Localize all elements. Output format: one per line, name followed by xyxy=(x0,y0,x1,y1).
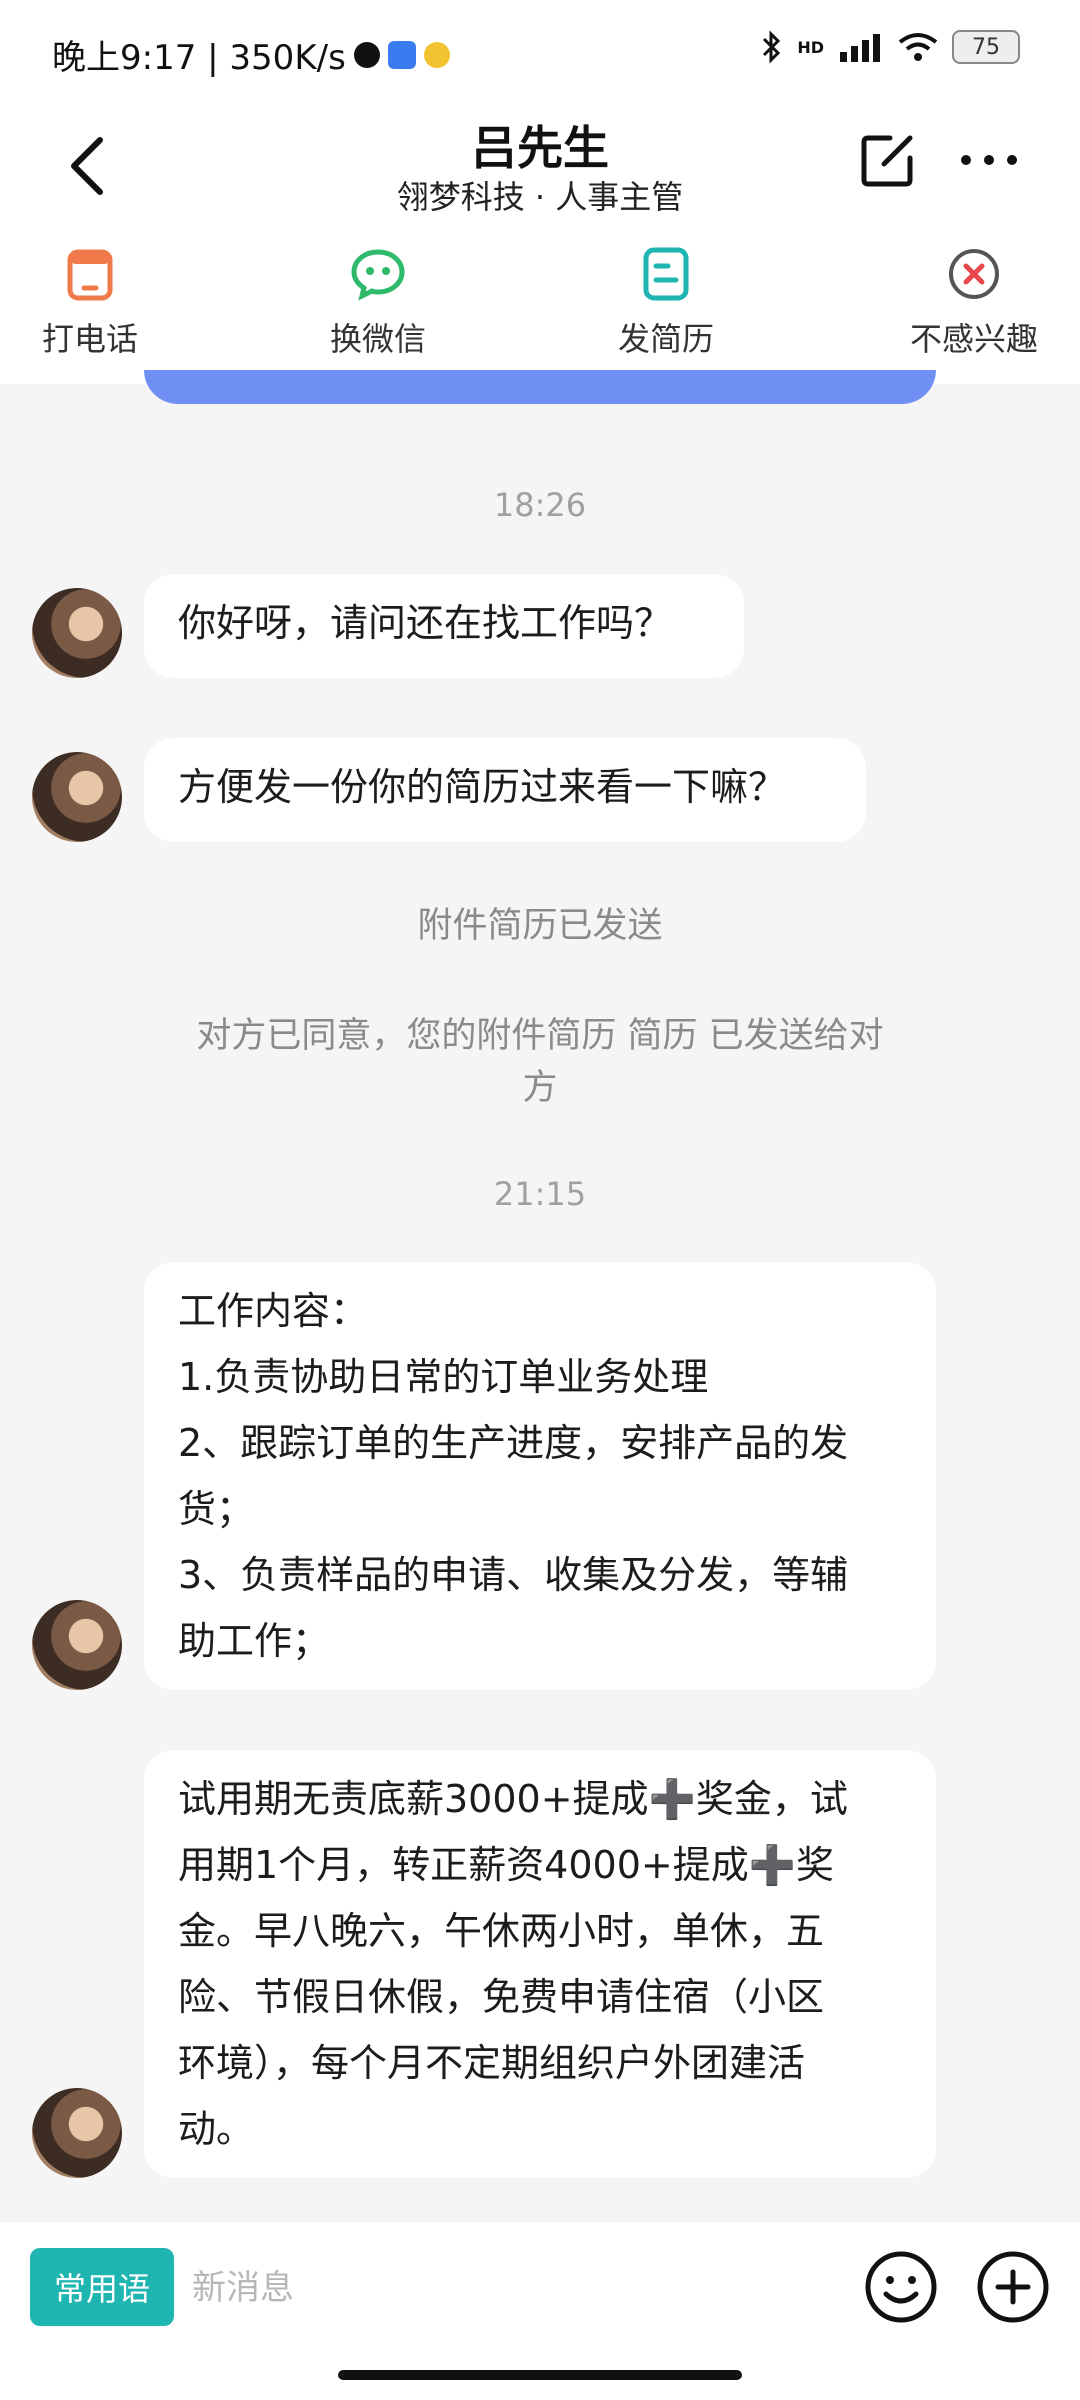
avatar[interactable] xyxy=(32,752,122,842)
message-line: 工作内容： xyxy=(178,1289,369,1333)
message-bubble[interactable]: 工作内容： 1.负责协助日常的订单业务处理 2、跟踪订单的生产进度，安排产品的发… xyxy=(144,1262,936,1690)
message-input-bar: 常用语 xyxy=(0,2222,1080,2352)
message-line: 金。早八晚六，午休两小时，单休，五 xyxy=(178,1909,825,1953)
system-message: 附件简历已发送 xyxy=(417,906,663,946)
bluetooth-icon xyxy=(763,30,781,64)
not-interested-action-label: 不感兴趣 xyxy=(909,320,1038,358)
gesture-area xyxy=(0,2352,1080,2400)
system-message: 对方已同意，您的附件简历 简历 已发送给对 方 xyxy=(150,1010,930,1114)
status-time: 晚上9:17 | 350K/s xyxy=(52,38,346,78)
home-indicator[interactable] xyxy=(338,2370,742,2380)
message-input[interactable] xyxy=(190,2252,834,2324)
message-bubble[interactable]: 试用期无责底薪3000+提成➕奖金，试 用期1个月，转正薪资4000+提成➕奖 … xyxy=(144,1750,936,2178)
status-right: HD 75 xyxy=(761,30,1020,64)
message-bubble[interactable]: 你好呀，请问还在找工作吗？ xyxy=(144,574,744,678)
system-message-line: 方 xyxy=(522,1068,558,1108)
battery-level: 75 xyxy=(972,34,1000,60)
message-text: 你好呀，请问还在找工作吗？ xyxy=(178,601,673,645)
card-bottom-edge[interactable] xyxy=(144,370,936,404)
message-bubble[interactable]: 方便发一份你的简历过来看一下嘛？ xyxy=(144,738,866,842)
resume-icon xyxy=(643,247,689,301)
message-line: 助工作； xyxy=(178,1619,331,1663)
status-left: 晚上9:17 | 350K/s xyxy=(52,30,450,79)
call-action-button[interactable]: 打电话 xyxy=(0,246,190,360)
edit-icon[interactable] xyxy=(856,128,920,192)
avatar[interactable] xyxy=(32,2088,122,2178)
status-bar: 晚上9:17 | 350K/s HD 75 xyxy=(0,0,1080,108)
message-text: 方便发一份你的简历过来看一下嘛？ xyxy=(178,765,787,809)
message-line: 动。 xyxy=(178,2107,255,2151)
message-line: 3、负责样品的申请、收集及分发，等辅 xyxy=(178,1553,849,1597)
wechat-icon xyxy=(351,249,405,301)
wechat-action-button[interactable]: 换微信 xyxy=(278,246,478,360)
avatar[interactable] xyxy=(32,588,122,678)
chat-screen: 晚上9:17 | 350K/s HD 75 吕先生 翎梦科技 · 人事主管 打电… xyxy=(0,0,1080,2400)
app-notification-icon xyxy=(387,40,416,69)
not-interested-action-button[interactable]: 不感兴趣 xyxy=(874,246,1074,360)
plus-icon[interactable] xyxy=(974,2248,1052,2326)
resume-action-button[interactable]: 发简历 xyxy=(566,246,766,360)
network-label: HD xyxy=(797,37,824,57)
message-timestamp: 18:26 xyxy=(493,486,587,524)
message-line: 用期1个月，转正薪资4000+提成➕奖 xyxy=(178,1843,835,1887)
phone-icon xyxy=(67,249,113,301)
common-phrases-button[interactable]: 常用语 xyxy=(30,2248,174,2326)
avatar[interactable] xyxy=(32,1600,122,1690)
wifi-icon xyxy=(898,33,938,61)
message-line: 1.负责协助日常的订单业务处理 xyxy=(178,1355,709,1399)
message-line: 货； xyxy=(178,1487,255,1531)
emoji-icon[interactable] xyxy=(862,2248,940,2326)
message-timestamp: 21:15 xyxy=(493,1175,587,1213)
alarm-icon xyxy=(353,41,380,68)
battery-indicator: 75 xyxy=(952,30,1020,64)
message-line: 2、跟踪订单的生产进度，安排产品的发 xyxy=(178,1421,849,1465)
chat-header: 吕先生 翎梦科技 · 人事主管 xyxy=(0,108,1080,236)
action-bar: 打电话 换微信 发简历 不感兴趣 xyxy=(0,236,1080,384)
signal-icon xyxy=(840,34,880,62)
app-notification-icon-2 xyxy=(423,41,450,68)
close-circle-icon xyxy=(949,249,999,299)
message-line: 险、节假日休假，免费申请住宿（小区 xyxy=(178,1975,825,2019)
resume-action-label: 发简历 xyxy=(617,320,714,358)
message-line: 环境），每个月不定期组织户外团建活 xyxy=(178,2041,806,2085)
system-message-line: 对方已同意，您的附件简历 简历 已发送给对 xyxy=(196,1016,884,1056)
message-line: 试用期无责底薪3000+提成➕奖金，试 xyxy=(178,1777,848,1821)
call-action-label: 打电话 xyxy=(41,320,138,358)
more-options-icon[interactable] xyxy=(954,128,1024,192)
wechat-action-label: 换微信 xyxy=(329,320,426,358)
